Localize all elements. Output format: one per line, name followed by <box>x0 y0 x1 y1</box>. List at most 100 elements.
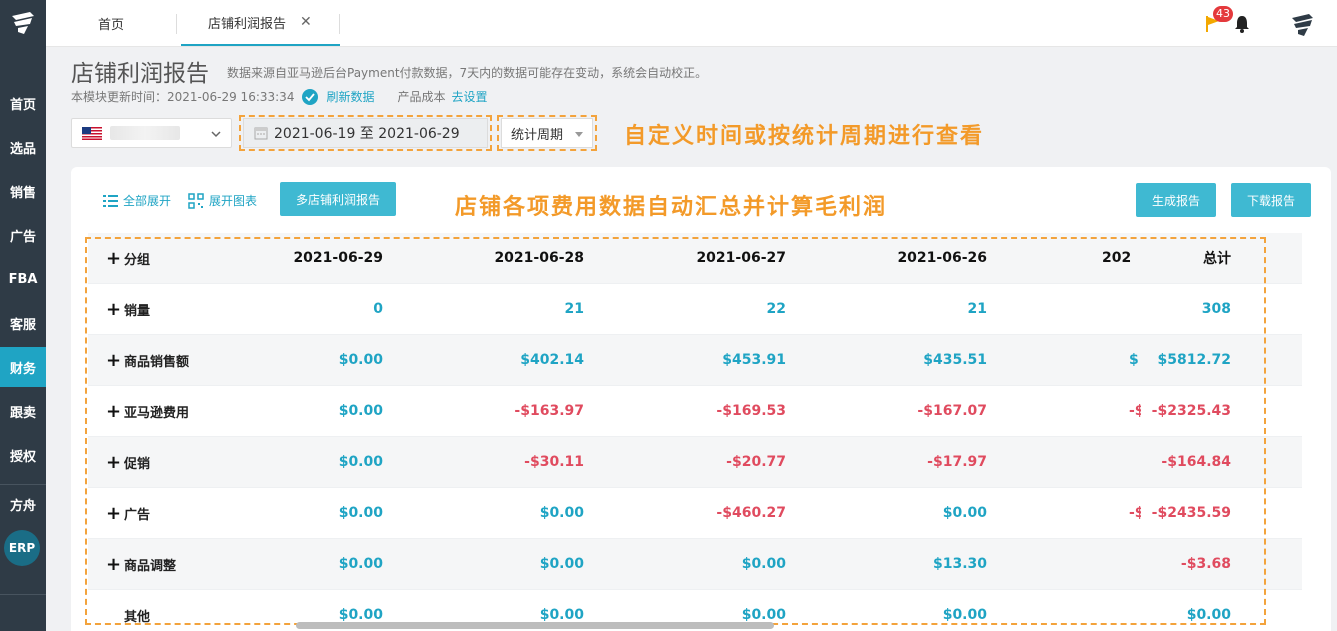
row-label[interactable]: + 商品调整 <box>106 554 176 575</box>
column-header: 2021-06-28 <box>494 250 584 266</box>
notification-badge: 43 <box>1213 6 1233 22</box>
row-label[interactable]: + 商品销售额 <box>106 350 189 371</box>
multi-store-report-button[interactable]: 多店铺利润报告 <box>280 182 396 216</box>
table-cell: $453.91 <box>722 352 786 368</box>
sidebar-divider <box>0 594 46 595</box>
row-label-text: 促销 <box>124 456 151 472</box>
horizontal-scrollbar[interactable] <box>296 622 774 629</box>
update-info: 本模块更新时间：2021-06-29 16:33:34 刷新数据 产品成本 去设… <box>71 88 488 105</box>
group-label: 分组 <box>124 252 151 268</box>
us-flag-icon <box>82 126 102 140</box>
product-cost-label: 产品成本 <box>397 90 446 104</box>
sidebar-item[interactable]: 销售 <box>0 171 46 211</box>
period-label: 统计周期 <box>511 127 564 143</box>
sidebar-item[interactable]: FBA <box>0 259 46 299</box>
table-cell: $0.00 <box>942 505 987 521</box>
column-header-partial: 202 <box>1102 250 1132 266</box>
row-label[interactable]: + 亚马逊费用 <box>106 401 189 422</box>
sidebar-item[interactable]: 跟卖 <box>0 391 46 431</box>
row-label[interactable]: 其他 <box>106 606 150 625</box>
check-circle-icon <box>302 88 319 105</box>
expand-plus-icon[interactable]: + <box>106 554 124 575</box>
table-cell: $0.00 <box>539 505 584 521</box>
expand-plus-icon[interactable]: + <box>106 299 124 320</box>
refresh-data-link[interactable]: 刷新数据 <box>326 88 374 105</box>
sidebar-item[interactable]: 财务 <box>0 347 46 387</box>
table-cell: $0.00 <box>942 607 987 623</box>
row-label[interactable]: + 销量 <box>106 299 150 320</box>
sidebar-item[interactable]: 选品 <box>0 127 46 167</box>
table-cell: $0.00 <box>539 607 584 623</box>
row-label-text: 广告 <box>124 507 151 523</box>
table-cell-total: -$164.84 <box>1161 454 1231 470</box>
tab-store-profit-report[interactable]: 店铺利润报告 ✕ <box>181 0 340 46</box>
tab-label: 店铺利润报告 <box>208 16 287 32</box>
table-row: + 商品调整 $0.00 $0.00 $0.00 $13.30 -$3.68 <box>88 539 1302 590</box>
row-label-text: 其他 <box>124 609 151 625</box>
erp-button[interactable]: ERP <box>4 530 40 566</box>
expand-plus-icon[interactable]: + <box>106 248 124 269</box>
period-select[interactable]: 统计周期 <box>501 118 593 148</box>
sidebar-item[interactable]: 授权 <box>0 435 46 475</box>
table-cell: -$169.53 <box>716 403 786 419</box>
table-cell: $402.14 <box>520 352 584 368</box>
expand-plus-icon[interactable]: + <box>106 350 124 371</box>
table-cell: 0 <box>373 301 383 317</box>
table-header-row: + 分组 2021-06-29 2021-06-28 2021-06-27 20… <box>88 233 1302 284</box>
row-label[interactable]: + 促销 <box>106 452 150 473</box>
table-cell: -$20.77 <box>726 454 786 470</box>
table-cell: $0.00 <box>741 607 786 623</box>
table-cell: $13.30 <box>932 556 987 572</box>
expand-plus-icon[interactable]: + <box>106 401 124 422</box>
group-header[interactable]: + 分组 <box>106 248 150 269</box>
table-cell: $0.00 <box>338 607 383 623</box>
marketplace-select[interactable] <box>71 118 232 148</box>
table-cell-total: $0.00 <box>1186 607 1231 623</box>
download-report-button[interactable]: 下载报告 <box>1231 183 1311 217</box>
table-cell-partial: $ <box>1129 352 1139 368</box>
table-cell-total: -$3.68 <box>1180 556 1231 572</box>
page-title: 店铺利润报告 <box>71 61 209 87</box>
date-range-picker[interactable]: 2021-06-19 至 2021-06-29 <box>243 118 488 148</box>
generate-report-button[interactable]: 生成报告 <box>1136 183 1216 217</box>
table-cell: $0.00 <box>338 505 383 521</box>
table-cell: -$17.97 <box>927 454 987 470</box>
table-cell: -$30.11 <box>524 454 584 470</box>
table-cell-total: 308 <box>1201 301 1231 317</box>
chevron-down-icon <box>211 131 221 138</box>
table-cell: $0.00 <box>338 556 383 572</box>
table-row: + 广告 $0.00 $0.00 -$460.27 $0.00 -$ -$2435.59 <box>88 488 1302 539</box>
sidebar-item[interactable]: 客服 <box>0 303 46 343</box>
expand-plus-icon[interactable]: + <box>106 503 124 524</box>
bell-icon[interactable] <box>1233 14 1251 34</box>
sidebar-item[interactable]: 方舟 <box>0 484 46 524</box>
expand-chart-button[interactable]: 展开图表 <box>188 192 257 209</box>
table-cell: $0.00 <box>338 352 383 368</box>
table-cell: 21 <box>967 301 987 317</box>
tab-divider <box>339 14 340 34</box>
annotation-text-top: 自定义时间或按统计周期进行查看 <box>624 124 985 149</box>
date-range-value: 2021-06-19 至 2021-06-29 <box>274 126 460 142</box>
table-cell-total: $5812.72 <box>1157 352 1231 368</box>
tab-home[interactable]: 首页 <box>98 0 124 46</box>
sidebar-item[interactable]: 首页 <box>0 83 46 123</box>
row-label[interactable]: + 广告 <box>106 503 150 524</box>
column-header: 2021-06-29 <box>293 250 383 266</box>
expand-plus-icon[interactable]: + <box>106 452 124 473</box>
annotation-text-middle: 店铺各项费用数据自动汇总并计算毛利润 <box>455 195 888 220</box>
avatar[interactable] <box>1289 10 1317 38</box>
table-cell-partial: -$ <box>1129 505 1141 521</box>
sidebar-item[interactable]: 广告 <box>0 215 46 255</box>
cost-settings-link[interactable]: 去设置 <box>451 88 487 105</box>
row-label-text: 亚马逊费用 <box>124 405 190 421</box>
close-icon[interactable]: ✕ <box>300 14 312 30</box>
top-bar: 首页 店铺利润报告 ✕ 43 <box>46 0 1337 47</box>
expand-all-button[interactable]: 全部展开 <box>103 192 171 209</box>
table-cell-total: -$2435.59 <box>1151 505 1231 521</box>
table-cell: -$163.97 <box>514 403 584 419</box>
table-row: + 促销 $0.00 -$30.11 -$20.77 -$17.97 -$164.84 <box>88 437 1302 488</box>
row-label-text: 商品销售额 <box>124 354 190 370</box>
table-cell: 22 <box>766 301 786 317</box>
app-logo-icon[interactable] <box>8 8 38 38</box>
store-name-redacted <box>110 126 180 140</box>
